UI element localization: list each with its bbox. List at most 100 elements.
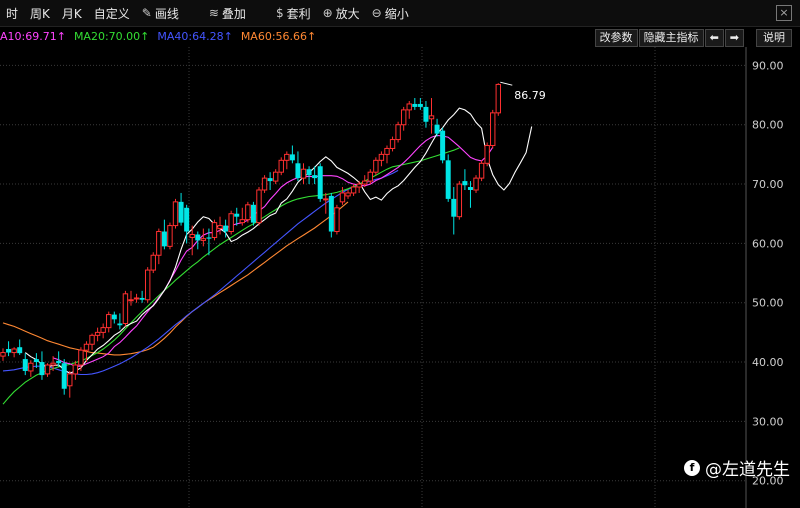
candle: [417, 98, 423, 110]
candle-body: [111, 314, 117, 320]
candle-body: [100, 327, 106, 333]
candle: [317, 163, 323, 202]
arbitrage-button[interactable]: $ 套利: [270, 5, 317, 22]
candle: [261, 175, 268, 193]
candle-body: [256, 189, 262, 224]
candle: [451, 187, 457, 235]
candle-body: [206, 237, 212, 239]
candle-body: [300, 168, 307, 179]
next-indicator-button[interactable]: ➡: [724, 29, 744, 47]
candle-body: [217, 225, 223, 230]
change-params-button[interactable]: 改参数: [594, 29, 638, 47]
candle-body: [345, 192, 351, 197]
candle: [484, 142, 490, 167]
period-week-button[interactable]: 周K: [24, 5, 56, 22]
candle: [167, 222, 173, 250]
candle-body: [39, 362, 45, 376]
candle-body: [89, 334, 95, 345]
candle-body: [272, 171, 279, 182]
candle: [440, 127, 446, 164]
candle: [89, 333, 95, 351]
candle: [39, 351, 45, 380]
zoom-out-button[interactable]: ⊖ 缩小: [366, 5, 415, 22]
last-price-label: 86.79: [514, 89, 546, 102]
candle-body: [312, 175, 318, 179]
ma10-line: [52, 134, 494, 367]
last-price-pointer: [500, 81, 513, 86]
candle: [139, 290, 145, 303]
candle: [389, 136, 396, 152]
y-tick-label: 50.00: [752, 297, 784, 310]
candle-body: [289, 154, 295, 161]
candle: [161, 219, 167, 250]
ma20-line: [2, 147, 460, 405]
candle-body: [133, 297, 140, 300]
y-tick-label: 80.00: [752, 119, 784, 132]
candle-body: [328, 195, 334, 232]
candle: [400, 106, 407, 131]
candle-body: [278, 159, 284, 173]
candles: [0, 83, 501, 398]
arrow-left-icon: ⬅: [709, 31, 719, 44]
candle: [267, 172, 273, 190]
candle-body: [72, 364, 79, 375]
candle: [328, 192, 334, 238]
candle-body: [451, 198, 457, 217]
candle-body: [417, 103, 423, 107]
watermark-text: @左道先生: [705, 460, 790, 480]
candle-body: [33, 359, 39, 363]
prev-indicator-button[interactable]: ⬅: [704, 29, 724, 47]
candle: [211, 219, 218, 241]
chart-toolbar: 时 周K 月K 自定义 ✎ 画线 ≋ 叠加 $ 套利 ⊕ 放大 ⊖ 缩小 ×: [0, 0, 800, 27]
candle: [0, 348, 6, 361]
candle: [306, 166, 312, 185]
candle: [67, 370, 73, 398]
candle-body: [434, 124, 440, 134]
candle: [256, 187, 262, 226]
candle: [295, 151, 301, 182]
draw-line-button[interactable]: ✎ 画线: [136, 5, 185, 22]
candle-body: [478, 162, 485, 179]
candle: [156, 228, 162, 265]
explain-button[interactable]: 说明: [756, 29, 792, 47]
candle-body: [334, 207, 340, 233]
candle: [61, 359, 67, 395]
candle-body: [6, 348, 12, 353]
arrow-right-icon: ➡: [729, 31, 739, 44]
candle-body: [406, 103, 412, 111]
candle: [245, 201, 251, 223]
candle: [150, 252, 156, 274]
candle-body: [362, 180, 368, 185]
candle: [94, 327, 101, 342]
candle-body: [367, 171, 373, 182]
candle-body: [211, 222, 218, 238]
candle: [434, 118, 440, 137]
period-hour-button[interactable]: 时: [0, 5, 24, 22]
zoom-out-icon: ⊖: [371, 6, 382, 20]
zoom-in-button[interactable]: ⊕ 放大: [317, 5, 366, 22]
candle: [334, 204, 340, 235]
candle-body: [412, 103, 418, 107]
candle-body: [78, 349, 84, 366]
candle-body: [462, 181, 468, 186]
hide-main-indicator-button[interactable]: 隐藏主指标: [638, 29, 704, 47]
candle: [428, 98, 435, 134]
candle: [44, 363, 51, 377]
candle-body: [50, 362, 56, 366]
close-icon[interactable]: ×: [776, 5, 792, 21]
candle-body: [306, 169, 312, 176]
y-tick-label: 30.00: [752, 415, 784, 428]
ma60-legend: MA60:56.66↑: [240, 30, 317, 43]
candle: [378, 151, 385, 167]
candle-body: [339, 192, 346, 203]
candle: [284, 151, 290, 170]
candle: [250, 201, 256, 226]
overlay-button[interactable]: ≋ 叠加: [203, 5, 252, 22]
custom-period-button[interactable]: 自定义: [88, 5, 136, 22]
candle-body: [456, 183, 463, 218]
candle: [217, 216, 223, 235]
period-month-button[interactable]: 月K: [56, 5, 88, 22]
candle-body: [445, 160, 451, 199]
indicator-controls: 改参数 隐藏主指标 ⬅ ➡: [594, 29, 744, 47]
candle: [100, 323, 106, 339]
